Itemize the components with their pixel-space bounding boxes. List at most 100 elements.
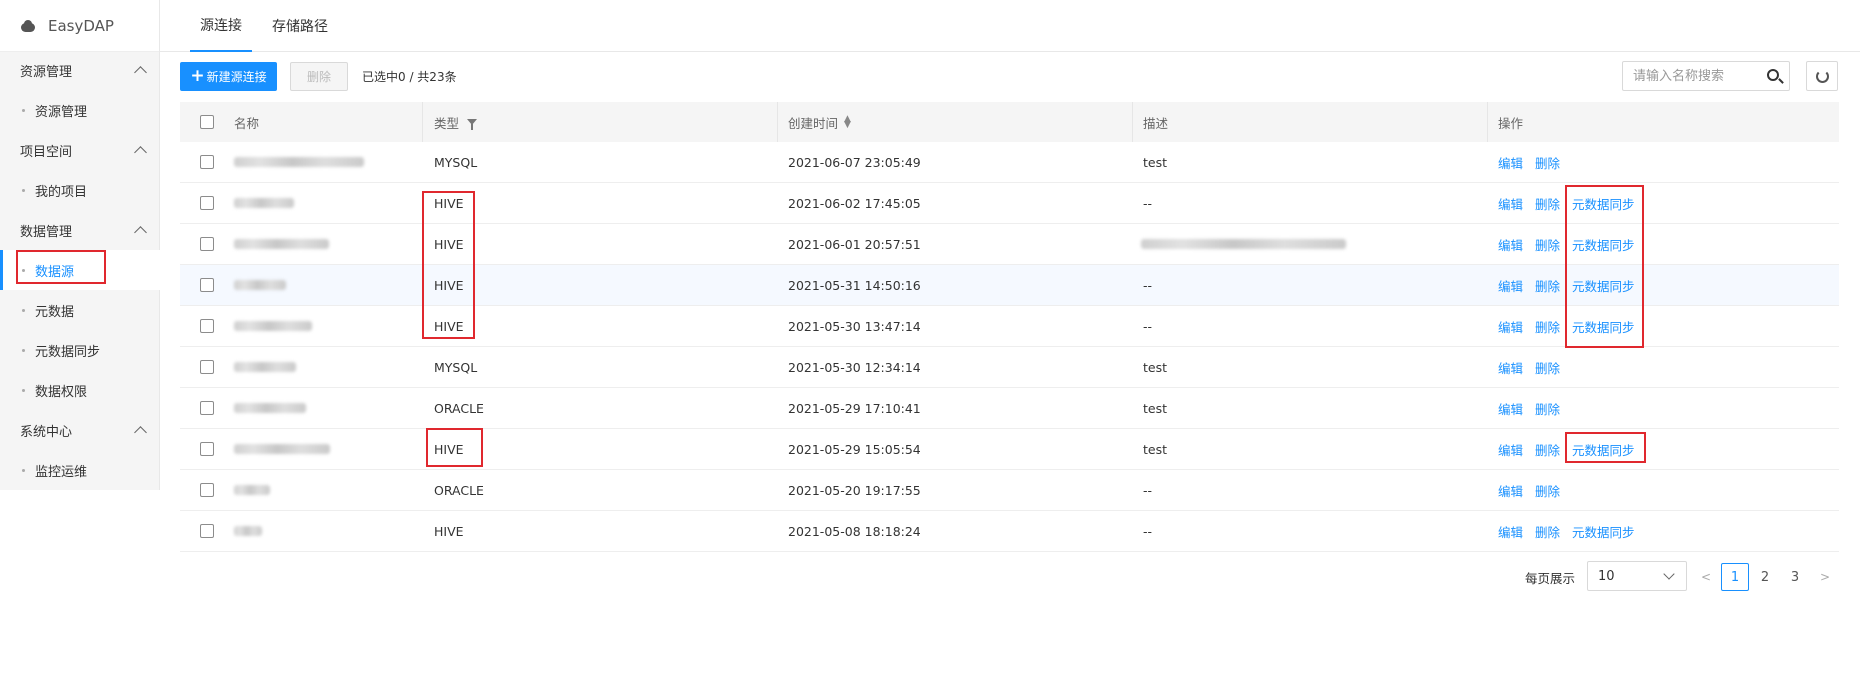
sidebar-item-my-project[interactable]: 我的项目 xyxy=(0,170,160,210)
row-created-time: 2021-05-20 19:17:55 xyxy=(788,482,921,498)
row-checkbox-cell xyxy=(200,306,214,346)
page-2-button[interactable]: 2 xyxy=(1751,563,1779,591)
delete-link[interactable]: 删除 xyxy=(1535,440,1560,459)
row-checkbox[interactable] xyxy=(200,237,214,251)
row-name-redacted xyxy=(234,142,364,182)
tab-source-connection[interactable]: 源连接 xyxy=(190,0,252,52)
sidebar-item-label: 元数据 xyxy=(35,304,75,320)
row-checkbox[interactable] xyxy=(200,401,214,415)
edit-link[interactable]: 编辑 xyxy=(1498,399,1523,418)
table-row[interactable]: HIVE 2021-05-31 14:50:16 -- 编辑 删除 元数据同步 xyxy=(180,265,1839,306)
edit-link[interactable]: 编辑 xyxy=(1498,481,1523,500)
delete-link[interactable]: 删除 xyxy=(1535,481,1560,500)
search-icon[interactable] xyxy=(1767,69,1779,81)
sort-icon[interactable]: ▲ ▼ xyxy=(844,115,851,130)
page-1-button[interactable]: 1 xyxy=(1721,563,1749,591)
delete-link[interactable]: 删除 xyxy=(1535,358,1560,377)
sidebar-item-data-permission[interactable]: 数据权限 xyxy=(0,370,160,410)
refresh-button[interactable] xyxy=(1806,61,1838,91)
tab-storage-path[interactable]: 存储路径 xyxy=(262,0,338,52)
bullet-icon xyxy=(22,348,25,352)
filter-icon[interactable] xyxy=(467,119,478,130)
edit-link[interactable]: 编辑 xyxy=(1498,235,1523,254)
next-page-button[interactable]: > xyxy=(1811,563,1839,591)
search-input[interactable] xyxy=(1623,62,1753,90)
edit-link[interactable]: 编辑 xyxy=(1498,440,1523,459)
sidebar-item-label: 数据源 xyxy=(35,264,75,280)
sidebar-item-label: 资源管理 xyxy=(35,104,88,120)
table-row[interactable]: ORACLE 2021-05-29 17:10:41 test 编辑 删除 xyxy=(180,388,1839,429)
table-row[interactable]: ORACLE 2021-05-20 19:17:55 -- 编辑 删除 xyxy=(180,470,1839,511)
tab-label: 源连接 xyxy=(200,18,242,34)
edit-link[interactable]: 编辑 xyxy=(1498,276,1523,295)
select-all-checkbox[interactable] xyxy=(200,115,214,129)
page-size-select[interactable]: 10 xyxy=(1587,561,1687,591)
sidebar-group-data[interactable]: 数据管理 xyxy=(0,210,160,250)
sidebar-item-datasource[interactable]: 数据源 xyxy=(0,250,160,290)
redacted-name-placeholder xyxy=(234,444,330,454)
delete-button[interactable]: 删除 xyxy=(290,62,348,91)
page-3-button[interactable]: 3 xyxy=(1781,563,1809,591)
sidebar-item-metadata[interactable]: 元数据 xyxy=(0,290,160,330)
row-checkbox[interactable] xyxy=(200,319,214,333)
edit-link[interactable]: 编辑 xyxy=(1498,153,1523,172)
row-ops: 编辑 删除 元数据同步 xyxy=(1498,429,1647,469)
delete-link[interactable]: 删除 xyxy=(1535,194,1560,213)
table-row[interactable]: HIVE 2021-05-29 15:05:54 test 编辑 删除 元数据同步 xyxy=(180,429,1839,470)
row-type: HIVE xyxy=(434,277,464,293)
chevron-up-icon xyxy=(134,425,147,439)
column-divider xyxy=(422,102,423,142)
metadata-sync-link[interactable]: 元数据同步 xyxy=(1572,276,1635,295)
delete-link[interactable]: 删除 xyxy=(1535,399,1560,418)
sidebar-group-resource[interactable]: 资源管理 xyxy=(0,50,160,90)
row-checkbox[interactable] xyxy=(200,442,214,456)
new-connection-button[interactable]: + 新建源连接 xyxy=(180,62,277,91)
delete-link[interactable]: 删除 xyxy=(1535,522,1560,541)
new-connection-label: 新建源连接 xyxy=(206,70,267,84)
edit-link[interactable]: 编辑 xyxy=(1498,522,1523,541)
delete-link[interactable]: 删除 xyxy=(1535,235,1560,254)
table-row[interactable]: HIVE 2021-05-08 18:18:24 -- 编辑 删除 元数据同步 xyxy=(180,511,1839,552)
bullet-icon xyxy=(22,468,25,472)
sidebar-item-metadata-sync[interactable]: 元数据同步 xyxy=(0,330,160,370)
header-type-label: 类型 xyxy=(434,115,460,131)
row-name-redacted xyxy=(234,347,296,387)
prev-page-button[interactable]: < xyxy=(1692,563,1720,591)
row-checkbox[interactable] xyxy=(200,360,214,374)
table-row[interactable]: MYSQL 2021-05-30 12:34:14 test 编辑 删除 xyxy=(180,347,1839,388)
page-size-value: 10 xyxy=(1598,568,1615,584)
delete-link[interactable]: 删除 xyxy=(1535,317,1560,336)
metadata-sync-link[interactable]: 元数据同步 xyxy=(1572,194,1635,213)
edit-link[interactable]: 编辑 xyxy=(1498,317,1523,336)
delete-link[interactable]: 删除 xyxy=(1535,153,1560,172)
sidebar-group-project[interactable]: 项目空间 xyxy=(0,130,160,170)
table-row[interactable]: HIVE 2021-06-02 17:45:05 -- 编辑 删除 元数据同步 xyxy=(180,183,1839,224)
row-checkbox[interactable] xyxy=(200,524,214,538)
sidebar-item-monitoring[interactable]: 监控运维 xyxy=(0,450,160,490)
metadata-sync-link[interactable]: 元数据同步 xyxy=(1572,317,1635,336)
table-row[interactable]: HIVE 2021-05-30 13:47:14 -- 编辑 删除 元数据同步 xyxy=(180,306,1839,347)
sidebar-item-resource-manage[interactable]: 资源管理 xyxy=(0,90,160,130)
row-type: ORACLE xyxy=(434,482,484,498)
metadata-sync-link[interactable]: 元数据同步 xyxy=(1572,522,1635,541)
edit-link[interactable]: 编辑 xyxy=(1498,358,1523,377)
edit-link[interactable]: 编辑 xyxy=(1498,194,1523,213)
row-checkbox[interactable] xyxy=(200,196,214,210)
row-checkbox[interactable] xyxy=(200,278,214,292)
sidebar-group-system[interactable]: 系统中心 xyxy=(0,410,160,450)
delete-link[interactable]: 删除 xyxy=(1535,276,1560,295)
table-row[interactable]: MYSQL 2021-06-07 23:05:49 test 编辑 删除 xyxy=(180,142,1839,183)
brand[interactable]: EasyDAP xyxy=(0,0,159,52)
row-checkbox[interactable] xyxy=(200,483,214,497)
row-checkbox-cell xyxy=(200,388,214,428)
datasource-table: 名称 类型 创建时间 ▲ ▼ 描述 操作 MYSQL 2021-06-07 23:0… xyxy=(180,102,1839,552)
row-checkbox[interactable] xyxy=(200,155,214,169)
row-type: HIVE xyxy=(434,318,464,334)
row-desc-redacted xyxy=(1141,224,1346,264)
metadata-sync-link[interactable]: 元数据同步 xyxy=(1572,440,1635,459)
table-header: 名称 类型 创建时间 ▲ ▼ 描述 操作 xyxy=(180,102,1839,142)
cloud-logo-icon xyxy=(20,19,36,32)
metadata-sync-link[interactable]: 元数据同步 xyxy=(1572,235,1635,254)
table-row[interactable]: HIVE 2021-06-01 20:57:51 编辑 删除 元数据同步 xyxy=(180,224,1839,265)
row-type: ORACLE xyxy=(434,400,484,416)
